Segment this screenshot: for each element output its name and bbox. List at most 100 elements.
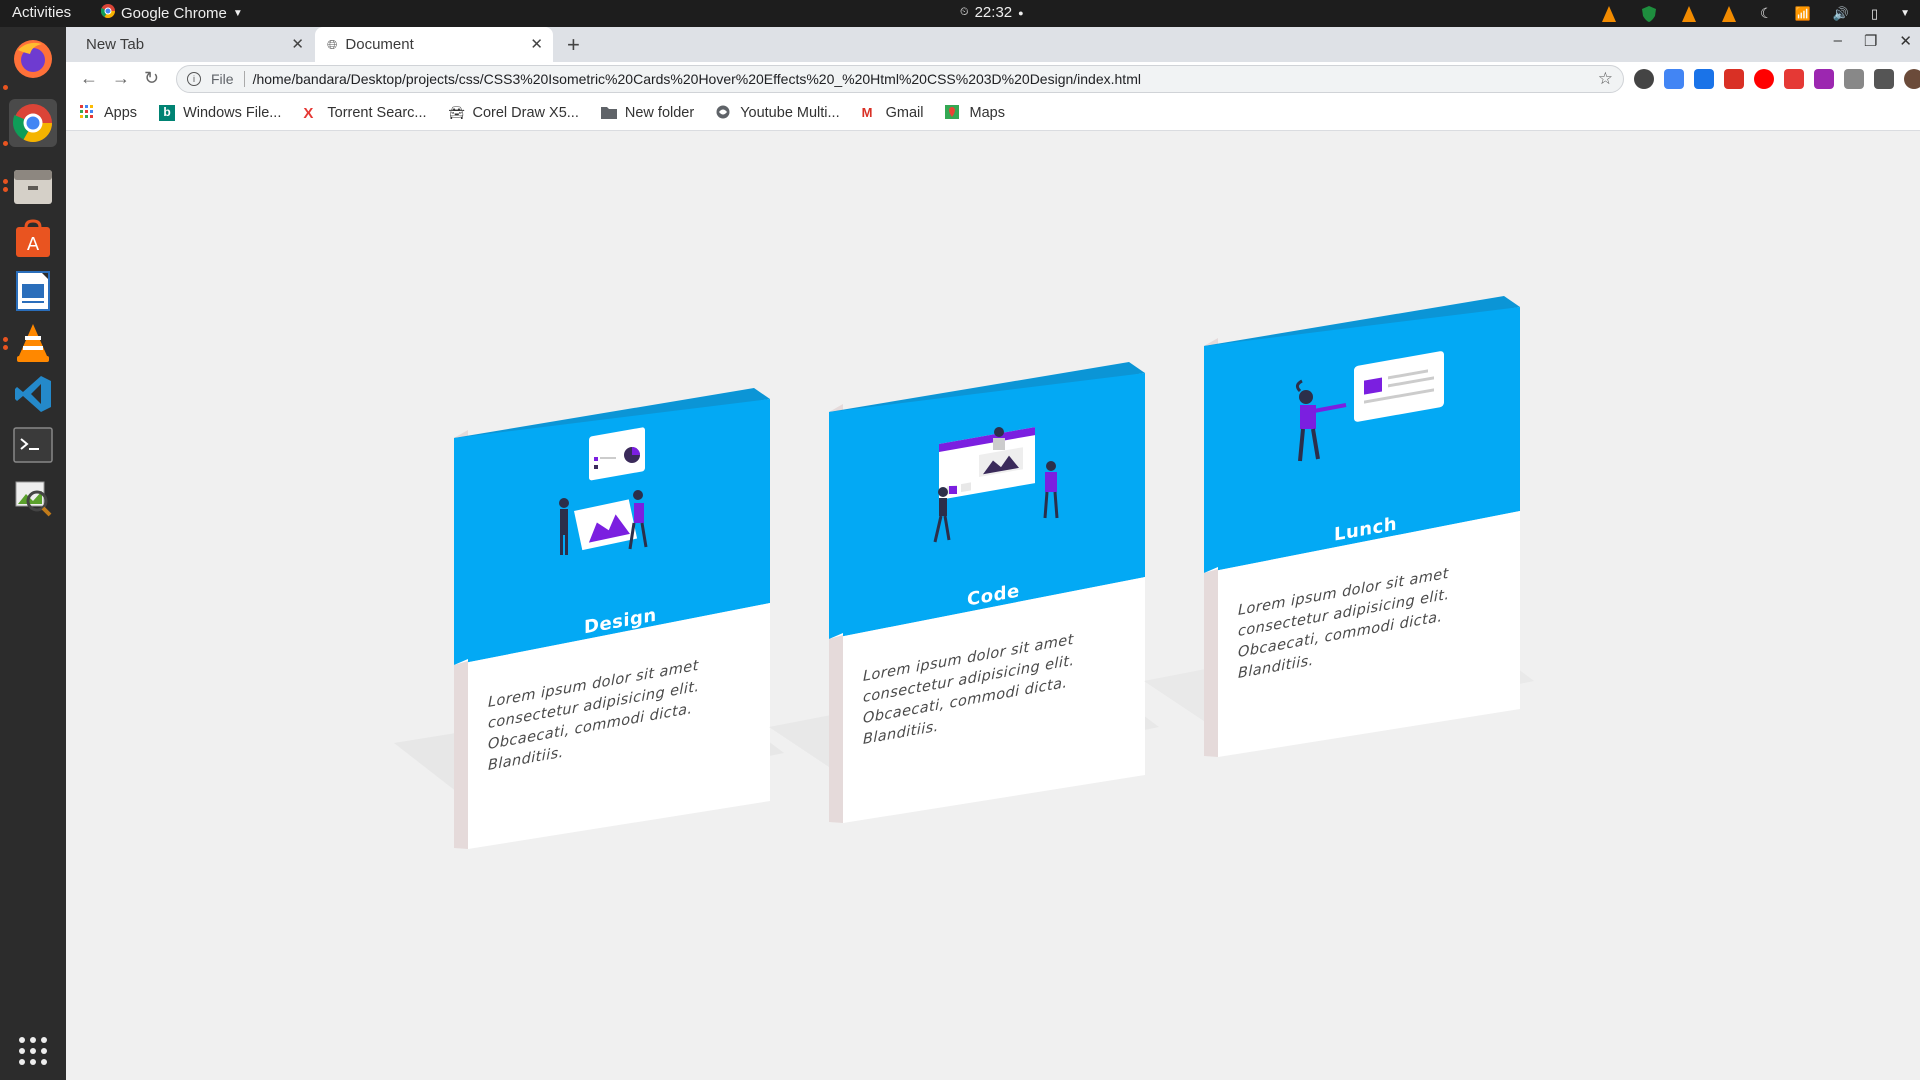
- shield-icon[interactable]: [1640, 5, 1658, 23]
- folder-icon: [600, 105, 617, 121]
- maps-icon: [945, 105, 961, 121]
- tab-label: New Tab: [86, 36, 145, 53]
- new-tab-button[interactable]: +: [567, 32, 580, 58]
- terminal-icon: [13, 427, 53, 463]
- reload-icon[interactable]: ↻: [144, 68, 159, 89]
- vue-devtools-icon[interactable]: [1844, 69, 1864, 89]
- dock-firefox[interactable]: [9, 35, 57, 83]
- bookmark-gmail[interactable]: M Gmail: [862, 105, 924, 121]
- running-indicator: [3, 345, 8, 350]
- bookmark-torrent-search[interactable]: X Torrent Searc...: [303, 105, 427, 122]
- x-icon: X: [303, 105, 314, 122]
- card-design[interactable]: Design Lorem ipsum dolor sit amet consec…: [394, 388, 784, 849]
- extension-icon[interactable]: [1784, 69, 1804, 89]
- bookmark-star-icon[interactable]: ☆: [1598, 69, 1613, 89]
- bookmark-label: Gmail: [885, 105, 924, 121]
- dock-vscode[interactable]: [9, 370, 57, 418]
- vscode-icon: [15, 376, 51, 412]
- megaphone-icon[interactable]: [1724, 69, 1744, 89]
- bookmarks-bar: Apps b Windows File... X Torrent Searc..…: [66, 96, 1920, 131]
- dock-writer[interactable]: [9, 267, 57, 315]
- system-menu-caret-icon[interactable]: ▼: [1900, 8, 1910, 19]
- night-light-icon[interactable]: ☾: [1760, 5, 1773, 22]
- bookmark-youtube-multi[interactable]: Youtube Multi...: [716, 105, 840, 121]
- clock-time: 22:32: [974, 4, 1013, 21]
- bookmark-apps[interactable]: Apps: [80, 105, 137, 121]
- dock-terminal[interactable]: [9, 421, 57, 469]
- card-shape: [1144, 296, 1534, 757]
- tab-document[interactable]: 🌐︎ Document ✕: [315, 27, 553, 62]
- restore-icon[interactable]: ❐: [1864, 32, 1877, 50]
- system-top-bar: Activities Google Chrome ▼ ⏲ 22:32 ● ☾ 📶…: [0, 0, 1920, 27]
- volume-icon[interactable]: 🔊: [1833, 6, 1849, 22]
- gmail-icon: M: [861, 105, 873, 120]
- running-indicator: [3, 179, 8, 184]
- card-shape: [394, 388, 784, 849]
- vlc-tray-icon[interactable]: [1600, 5, 1618, 23]
- vlc-icon: [17, 324, 49, 362]
- opera-icon[interactable]: [1754, 69, 1774, 89]
- vlc-tray-icon-2[interactable]: [1680, 5, 1698, 23]
- dock-software[interactable]: A: [9, 215, 57, 263]
- dock-image-viewer[interactable]: [9, 473, 57, 521]
- wifi-icon[interactable]: 📶: [1795, 6, 1811, 22]
- forward-arrow-icon[interactable]: →: [112, 68, 130, 89]
- vlc-tray-icon-3[interactable]: [1720, 5, 1738, 23]
- bookmark-label: New folder: [624, 105, 695, 121]
- dock-vlc[interactable]: [9, 319, 57, 367]
- extensions-bar: ⋮: [1634, 69, 1920, 89]
- card-shape: [769, 362, 1159, 823]
- running-indicator: [3, 337, 8, 342]
- dock-files[interactable]: [9, 162, 57, 210]
- address-bar[interactable]: i File /home/bandara/Desktop/projects/cs…: [176, 65, 1624, 93]
- bookmark-new-folder[interactable]: New folder: [600, 105, 695, 121]
- bookmark-corel-draw[interactable]: 🚘︎ Corel Draw X5...: [449, 105, 579, 121]
- running-indicator: [3, 85, 8, 90]
- running-indicator: [3, 141, 8, 146]
- card-code[interactable]: Code Lorem ipsum dolor sit amet consecte…: [769, 362, 1159, 823]
- color-picker-icon[interactable]: [1814, 69, 1834, 89]
- tab-strip: New Tab ✕ 🌐︎ Document ✕ + – ❐ ✕: [66, 27, 1920, 62]
- browser-toolbar: ← → ↻ i File /home/bandara/Desktop/proje…: [66, 62, 1920, 96]
- image-viewer-icon: [15, 481, 52, 517]
- translate-icon[interactable]: [1664, 69, 1684, 89]
- bookmark-label: Torrent Searc...: [327, 105, 427, 121]
- browser-window: New Tab ✕ 🌐︎ Document ✕ + – ❐ ✕ ← → ↻ i …: [66, 27, 1920, 131]
- app-grid-icon: [19, 1037, 47, 1065]
- dock-chrome[interactable]: [9, 99, 57, 147]
- app-menu[interactable]: Google Chrome ▼: [100, 4, 243, 22]
- bookmark-label: Maps: [969, 105, 1005, 121]
- avatar[interactable]: [1904, 69, 1920, 89]
- extension-icon[interactable]: [1634, 69, 1654, 89]
- show-applications-button[interactable]: [9, 1027, 57, 1075]
- page-content: Design Lorem ipsum dolor sit amet consec…: [66, 131, 1920, 1080]
- close-window-icon[interactable]: ✕: [1899, 32, 1912, 50]
- scheme-label: File: [211, 71, 245, 87]
- svg-text:A: A: [27, 234, 40, 255]
- puzzle-icon[interactable]: [1874, 69, 1894, 89]
- battery-icon[interactable]: ▯: [1871, 6, 1878, 22]
- minimize-icon[interactable]: –: [1834, 32, 1842, 50]
- alarm-icon: ⏲: [960, 6, 969, 18]
- close-tab-icon[interactable]: ✕: [291, 35, 304, 53]
- bookmark-label: Youtube Multi...: [740, 105, 840, 121]
- card-lunch[interactable]: Lunch Lorem ipsum dolor sit amet consect…: [1144, 296, 1534, 757]
- clock[interactable]: ⏲ 22:32 ●: [960, 4, 1024, 21]
- extension-icon[interactable]: [1694, 69, 1714, 89]
- app-menu-label: Google Chrome: [121, 4, 227, 22]
- chrome-icon: [13, 104, 53, 143]
- software-center-icon: A: [16, 219, 50, 257]
- url-text[interactable]: /home/bandara/Desktop/projects/css/CSS3%…: [253, 71, 1141, 87]
- tab-new-tab[interactable]: New Tab ✕: [74, 27, 314, 62]
- caret-down-icon: ▼: [232, 7, 243, 19]
- info-icon[interactable]: i: [187, 72, 201, 86]
- firefox-icon: [14, 40, 52, 78]
- apps-grid-icon: [80, 105, 96, 121]
- bookmark-windows-file[interactable]: b Windows File...: [159, 105, 281, 121]
- back-arrow-icon[interactable]: ←: [80, 68, 98, 89]
- activities-button[interactable]: Activities: [12, 4, 71, 21]
- bookmark-maps[interactable]: Maps: [945, 105, 1005, 121]
- bookmark-label: Windows File...: [183, 105, 282, 121]
- close-tab-icon[interactable]: ✕: [530, 35, 543, 53]
- system-tray: ☾ 📶 🔊 ▯ ▼: [1600, 2, 1910, 25]
